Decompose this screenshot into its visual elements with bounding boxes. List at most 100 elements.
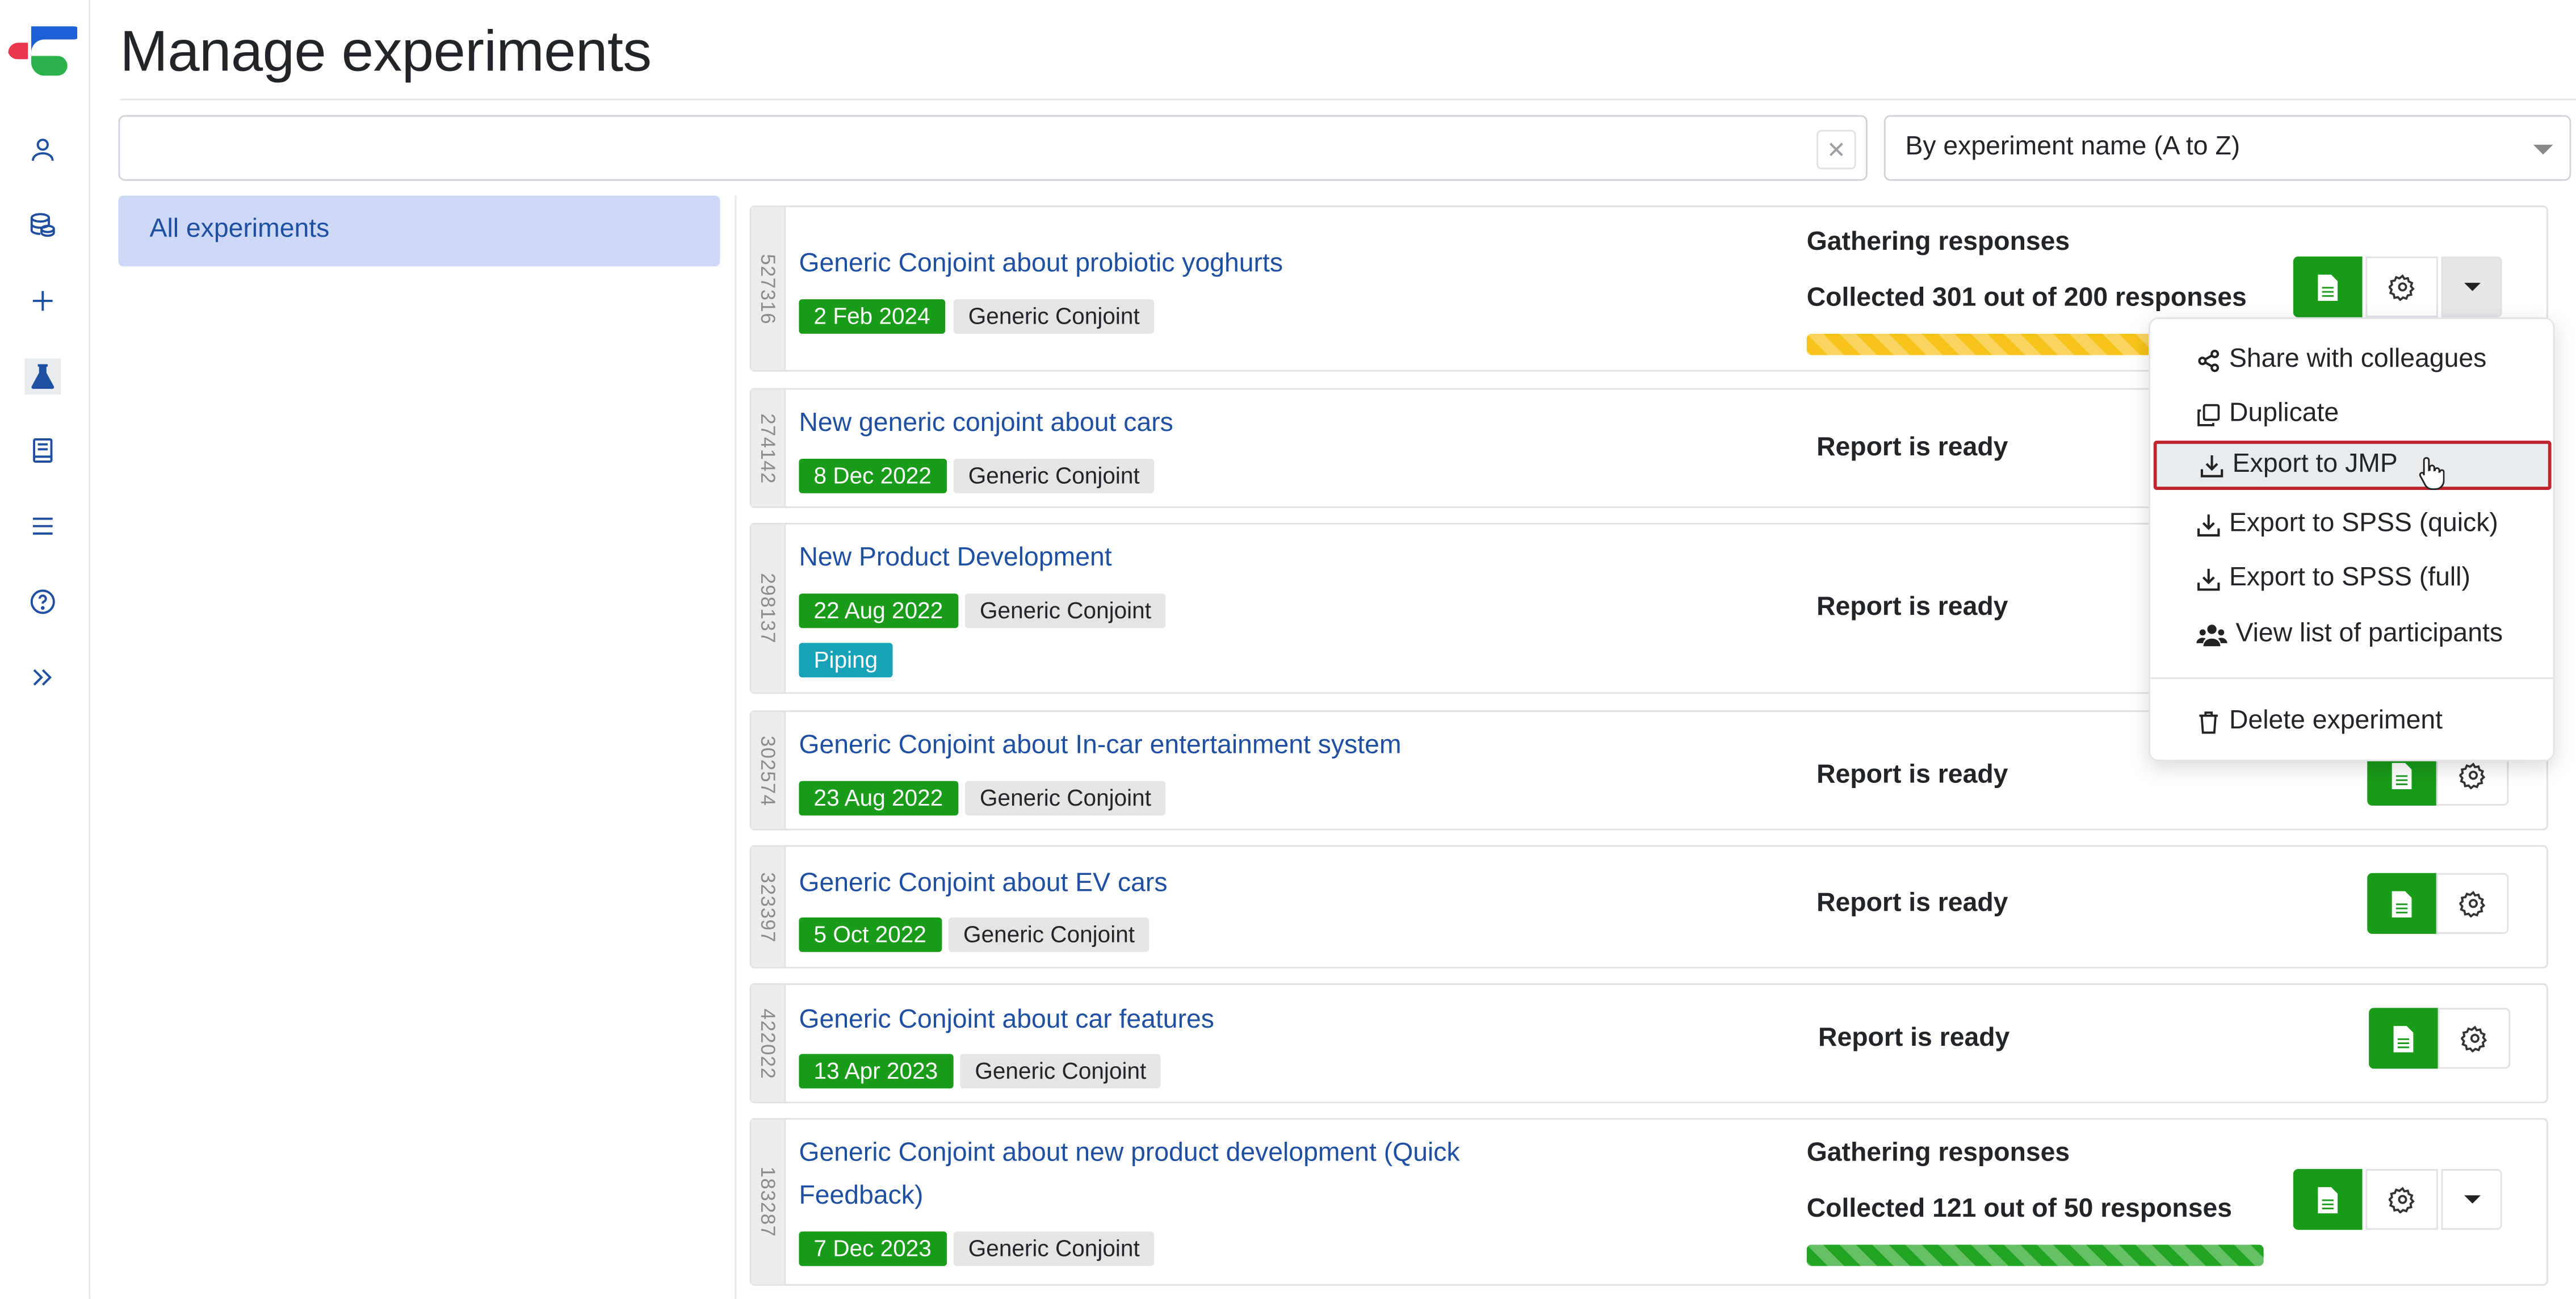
- menu-divider: [2150, 677, 2553, 680]
- menu-item-label: Export to SPSS (quick): [2229, 509, 2498, 538]
- gear-icon: [2458, 891, 2485, 917]
- more-actions-button[interactable]: [2441, 1169, 2502, 1230]
- experiment-title[interactable]: New generic conjoint about cars: [799, 403, 1173, 446]
- help-icon[interactable]: [24, 584, 61, 620]
- experiment-id: 323397: [751, 847, 786, 967]
- menu-icon[interactable]: [24, 508, 61, 544]
- user-icon[interactable]: [24, 132, 61, 168]
- experiment-actions-menu: Share with colleagues Duplicate Export t…: [2149, 317, 2555, 761]
- date-badge: 8 Dec 2022: [799, 458, 946, 493]
- sort-select[interactable]: By experiment name (A to Z): [1883, 115, 2571, 181]
- report-button[interactable]: [2293, 256, 2363, 317]
- progress-bar: [1806, 1244, 2264, 1266]
- gear-icon: [2460, 1025, 2486, 1053]
- type-badge: Generic Conjoint: [960, 1054, 1161, 1089]
- experiment-title[interactable]: New Product Development: [799, 538, 1111, 580]
- date-badge: 23 Aug 2022: [799, 781, 958, 816]
- type-badge: Generic Conjoint: [948, 917, 1150, 952]
- menu-item-delete[interactable]: Delete experiment: [2150, 697, 2553, 747]
- category-label: All experiments: [149, 215, 330, 244]
- menu-item-label: Delete experiment: [2229, 707, 2443, 735]
- menu-item-export-spss-full[interactable]: Export to SPSS (full): [2150, 554, 2553, 604]
- status-text: Gathering responses: [1806, 228, 2070, 257]
- flask-icon[interactable]: [24, 358, 61, 395]
- caret-down-icon: [2463, 283, 2480, 291]
- type-badge: Generic Conjoint: [964, 781, 1167, 816]
- share-icon: [2198, 349, 2220, 371]
- experiment-title[interactable]: Generic Conjoint about In-car entertainm…: [799, 725, 1401, 768]
- status-text: Report is ready: [1816, 889, 2008, 917]
- type-badge: Generic Conjoint: [953, 1231, 1155, 1266]
- date-badge: 5 Oct 2022: [799, 917, 941, 952]
- settings-button[interactable]: [2436, 873, 2509, 934]
- report-button[interactable]: [2367, 873, 2436, 934]
- piping-tag: Piping: [799, 643, 893, 678]
- status-text: Report is ready: [1818, 1024, 2010, 1053]
- category-all-experiments[interactable]: All experiments: [118, 195, 720, 267]
- document-icon: [2392, 890, 2412, 917]
- experiment-title[interactable]: Generic Conjoint about car features: [799, 1000, 1214, 1042]
- experiment-id: 274142: [751, 389, 786, 506]
- menu-item-label: Export to SPSS (full): [2229, 564, 2470, 592]
- experiment-id: 527316: [751, 207, 786, 370]
- panel-divider: [735, 195, 737, 1299]
- page-title: Manage experiments: [120, 19, 652, 84]
- more-actions-button[interactable]: [2441, 256, 2502, 317]
- sort-selected-value: By experiment name (A to Z): [1905, 133, 2241, 161]
- responses-collected: Collected 301 out of 200 responses: [1806, 284, 2247, 313]
- experiment-id: 298137: [751, 524, 786, 693]
- menu-item-duplicate[interactable]: Duplicate: [2150, 389, 2553, 439]
- clear-search-button[interactable]: ✕: [1816, 129, 1856, 170]
- experiment-id: 302574: [751, 711, 786, 829]
- status-text: Report is ready: [1816, 434, 2008, 462]
- experiment-title[interactable]: Generic Conjoint about EV cars: [799, 863, 1167, 906]
- expand-icon[interactable]: [24, 659, 61, 695]
- experiment-id: 422022: [751, 984, 786, 1102]
- plus-icon[interactable]: [24, 283, 61, 319]
- database-icon[interactable]: [24, 207, 61, 244]
- experiment-title[interactable]: Generic Conjoint about new product devel…: [799, 1133, 1459, 1218]
- gear-icon: [2388, 274, 2414, 301]
- users-icon: [2196, 623, 2227, 646]
- caret-down-icon: [2463, 1195, 2480, 1204]
- report-button[interactable]: [2293, 1169, 2363, 1230]
- search-input[interactable]: ✕: [118, 115, 1868, 181]
- menu-item-view-participants[interactable]: View list of participants: [2150, 610, 2553, 659]
- menu-item-export-jmp[interactable]: Export to JMP: [2153, 441, 2552, 491]
- app-logo[interactable]: [8, 23, 78, 82]
- download-icon: [2197, 568, 2220, 590]
- experiment-title[interactable]: Generic Conjoint about probiotic yoghurt…: [799, 244, 1283, 286]
- type-badge: Generic Conjoint: [953, 458, 1155, 493]
- date-badge: 2 Feb 2024: [799, 299, 945, 334]
- type-badge: Generic Conjoint: [953, 299, 1155, 334]
- experiment-card: 422022 Generic Conjoint about car featur…: [749, 983, 2548, 1104]
- report-button[interactable]: [2369, 1008, 2438, 1069]
- settings-button[interactable]: [2437, 1008, 2511, 1069]
- menu-item-label: Export to JMP: [2232, 450, 2398, 479]
- responses-collected: Collected 121 out of 50 responses: [1806, 1195, 2233, 1223]
- trash-icon: [2199, 710, 2218, 733]
- download-icon: [2200, 454, 2223, 477]
- menu-item-export-spss-quick[interactable]: Export to SPSS (quick): [2150, 500, 2553, 549]
- date-badge: 13 Apr 2023: [799, 1054, 953, 1089]
- type-badge: Generic Conjoint: [964, 593, 1167, 628]
- document-icon: [2318, 274, 2338, 300]
- gear-icon: [2458, 762, 2485, 790]
- settings-button[interactable]: [2365, 256, 2438, 317]
- sidebar: [0, 0, 91, 1299]
- duplicate-icon: [2197, 403, 2220, 426]
- download-icon: [2197, 513, 2220, 536]
- settings-button[interactable]: [2365, 1169, 2438, 1230]
- status-text: Gathering responses: [1806, 1139, 2070, 1168]
- document-icon: [2318, 1186, 2338, 1213]
- menu-item-label: View list of participants: [2235, 619, 2503, 648]
- menu-item-share[interactable]: Share with colleagues: [2150, 336, 2553, 385]
- document-icon: [2393, 1025, 2414, 1051]
- date-badge: 7 Dec 2023: [799, 1231, 946, 1266]
- experiment-title-line-2: Feedback): [799, 1182, 924, 1210]
- status-text: Report is ready: [1816, 593, 2008, 622]
- experiment-title-line-1: Generic Conjoint about new product devel…: [799, 1139, 1460, 1168]
- hand-cursor-icon: [2419, 457, 2445, 491]
- book-icon[interactable]: [24, 433, 61, 469]
- menu-item-label: Share with colleagues: [2229, 345, 2487, 374]
